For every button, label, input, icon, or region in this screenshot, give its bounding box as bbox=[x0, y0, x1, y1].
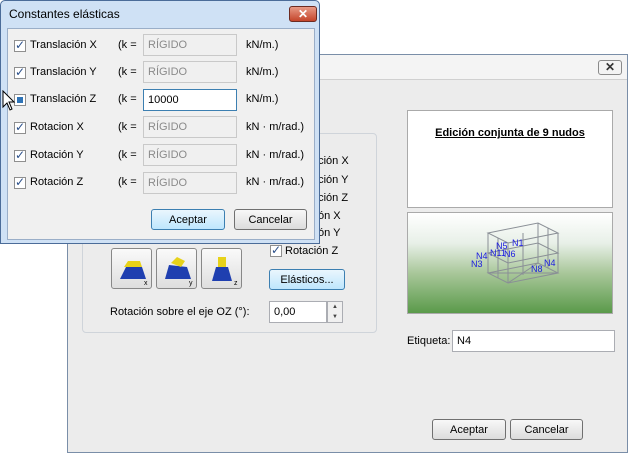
translation-y-label: Translación Y bbox=[30, 66, 97, 78]
translation-x-checkbox[interactable] bbox=[14, 38, 26, 52]
preview-title-panel: Edición conjunta de 9 nudos bbox=[407, 110, 613, 208]
rotation-z-checkbox[interactable] bbox=[270, 243, 282, 257]
rotation-x-value: RÍGIDO bbox=[143, 116, 237, 138]
unit-label: kN/m.) bbox=[246, 66, 279, 78]
translation-y-checkbox[interactable] bbox=[14, 65, 26, 79]
rotation-y-checkbox[interactable] bbox=[14, 148, 26, 162]
translation-y-value: RÍGIDO bbox=[143, 61, 237, 83]
rotation-z-dialog-checkbox[interactable] bbox=[14, 175, 26, 189]
axis-y-icon-button[interactable]: y bbox=[156, 248, 197, 289]
svg-text:x: x bbox=[144, 280, 148, 287]
dialog-title: Constantes elásticas bbox=[9, 7, 120, 21]
rotation-oz-label: Rotación sobre el eje OZ (°): bbox=[110, 306, 250, 318]
rotation-y-value: RÍGIDO bbox=[143, 144, 237, 166]
unit-label: kN/m.) bbox=[246, 39, 279, 51]
node-label: N1 bbox=[512, 238, 524, 248]
elasticos-button[interactable]: Elásticos... bbox=[269, 269, 345, 290]
dialog-close-button[interactable]: ✕ bbox=[289, 6, 317, 22]
node-label: N6 bbox=[504, 249, 516, 259]
background-accept-button[interactable]: Aceptar bbox=[432, 419, 506, 440]
preview-title: Edición conjunta de 9 nudos bbox=[435, 127, 585, 139]
svg-text:z: z bbox=[234, 280, 238, 287]
group-check-label-4: ón X bbox=[318, 210, 341, 222]
preview-3d-view[interactable]: N5 N1 N4 N11 N6 N8 N3 N4 bbox=[407, 212, 613, 314]
unit-label: kN · m/rad.) bbox=[246, 149, 305, 161]
support-x-icon: x bbox=[120, 261, 148, 287]
support-z-icon: z bbox=[212, 257, 238, 287]
structure-wireframe-icon bbox=[486, 222, 560, 284]
dialog-cancel-button[interactable]: Cancelar bbox=[234, 209, 307, 230]
k-label: (k = bbox=[118, 66, 137, 78]
k-label: (k = bbox=[118, 149, 137, 161]
unit-label: kN · m/rad.) bbox=[246, 121, 305, 133]
mouse-cursor-icon bbox=[2, 90, 16, 111]
group-check-label-5: ón Y bbox=[318, 227, 341, 239]
svg-text:y: y bbox=[189, 280, 193, 287]
rotation-z-dialog-label: Rotación Z bbox=[30, 176, 84, 188]
node-label: N4 bbox=[544, 258, 556, 268]
unit-label: kN · m/rad.) bbox=[246, 176, 305, 188]
translation-x-value: RÍGIDO bbox=[143, 34, 237, 56]
etiqueta-input[interactable]: N4 bbox=[452, 330, 615, 352]
translation-x-label: Translación X bbox=[30, 39, 97, 51]
spin-down-icon[interactable]: ▼ bbox=[328, 312, 342, 322]
axis-z-icon-button[interactable]: z bbox=[201, 248, 242, 289]
k-label: (k = bbox=[118, 93, 137, 105]
rotation-x-label: Rotacion X bbox=[30, 121, 84, 133]
spin-up-icon[interactable]: ▲ bbox=[328, 302, 342, 312]
k-label: (k = bbox=[118, 121, 137, 133]
k-label: (k = bbox=[118, 39, 137, 51]
background-close-button[interactable]: ✕ bbox=[598, 60, 622, 75]
unit-label: kN/m.) bbox=[246, 93, 279, 105]
axis-x-icon-button[interactable]: x bbox=[111, 248, 152, 289]
rotation-oz-input[interactable]: 0,00 bbox=[269, 301, 327, 323]
node-label: N3 bbox=[471, 259, 483, 269]
dialog-accept-button[interactable]: Aceptar bbox=[151, 209, 225, 230]
etiqueta-label: Etiqueta: bbox=[407, 335, 451, 347]
k-label: (k = bbox=[118, 176, 137, 188]
translation-z-label: Translación Z bbox=[30, 93, 97, 105]
rotation-y-label: Rotación Y bbox=[30, 149, 84, 161]
node-label: N8 bbox=[531, 264, 543, 274]
rotation-x-checkbox[interactable] bbox=[14, 120, 26, 134]
translation-z-input[interactable]: 10000 bbox=[143, 89, 237, 111]
background-cancel-button[interactable]: Cancelar bbox=[510, 419, 583, 440]
support-y-icon: y bbox=[165, 257, 193, 287]
rotation-oz-spinner[interactable]: ▲ ▼ bbox=[327, 301, 343, 323]
rotation-z-label: Rotación Z bbox=[285, 245, 339, 257]
rotation-z-value: RÍGIDO bbox=[143, 172, 237, 194]
